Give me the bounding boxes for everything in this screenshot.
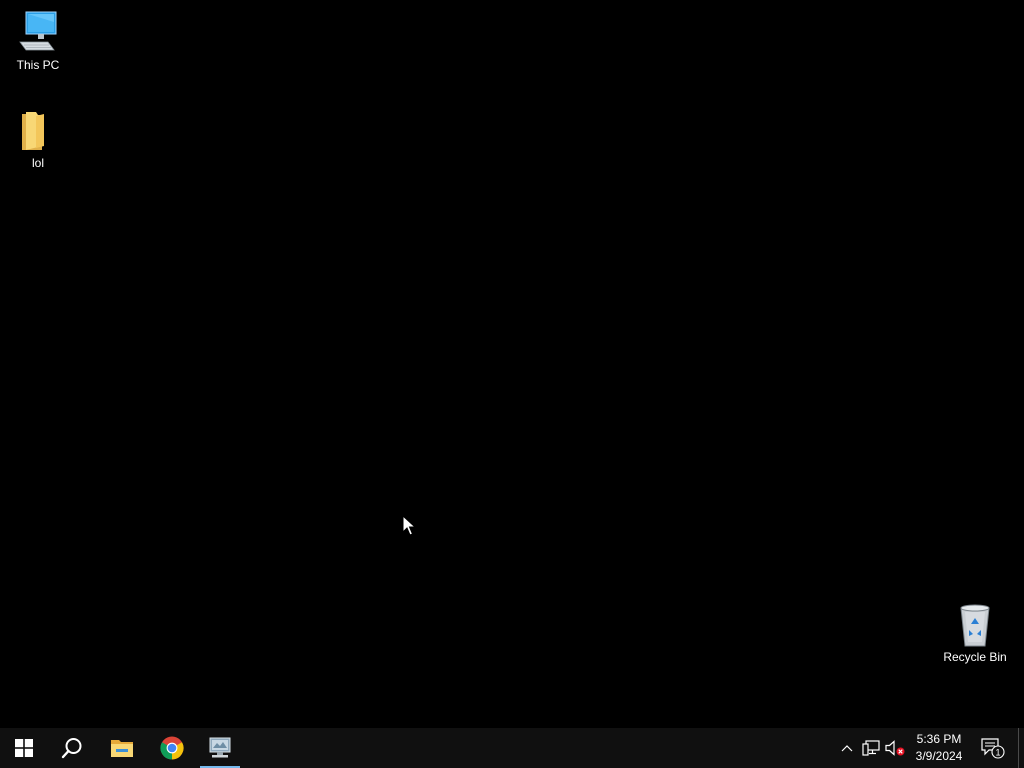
network-icon (862, 740, 880, 756)
start-button[interactable] (0, 728, 48, 768)
show-hidden-icons-button[interactable] (836, 728, 858, 768)
volume-muted-icon (885, 740, 905, 756)
chevron-up-icon (841, 745, 853, 752)
windows-start-icon (15, 739, 33, 757)
this-pc-icon (19, 11, 57, 51)
folder-icon (22, 112, 44, 150)
file-explorer-button[interactable] (98, 728, 146, 768)
notification-icon: 1 (981, 738, 1005, 759)
desktop-icon-this-pc[interactable]: This PC (0, 8, 76, 73)
desktop[interactable]: This PC lol Recycle Bin (0, 0, 1024, 728)
action-center-button[interactable]: 1 (978, 728, 1008, 768)
desktop-icon-label: Recycle Bin (943, 650, 1007, 664)
search-icon (61, 738, 82, 759)
remote-desktop-app-icon (209, 737, 231, 758)
chrome-icon (160, 736, 184, 760)
notification-count: 1 (995, 748, 1000, 758)
volume-tray-button[interactable] (884, 728, 906, 768)
clock-time: 5:36 PM (916, 732, 962, 746)
mouse-pointer-icon (402, 515, 416, 536)
remote-desktop-app-button[interactable] (198, 728, 242, 768)
show-desktop-button[interactable] (1018, 728, 1024, 768)
clock[interactable]: 5:36 PM 3/9/2024 (910, 728, 968, 768)
taskbar: 5:36 PM 3/9/2024 1 (0, 728, 1024, 768)
desktop-icon-lol-folder[interactable]: lol (0, 106, 76, 171)
desktop-icon-recycle-bin[interactable]: Recycle Bin (937, 600, 1013, 665)
recycle-bin-icon (960, 604, 990, 647)
file-explorer-icon (111, 740, 133, 757)
search-button[interactable] (48, 728, 96, 768)
desktop-icon-label: lol (31, 156, 44, 170)
clock-date: 3/9/2024 (915, 749, 963, 763)
desktop-icon-label: This PC (16, 58, 60, 72)
network-tray-button[interactable] (860, 728, 882, 768)
chrome-button[interactable] (148, 728, 196, 768)
